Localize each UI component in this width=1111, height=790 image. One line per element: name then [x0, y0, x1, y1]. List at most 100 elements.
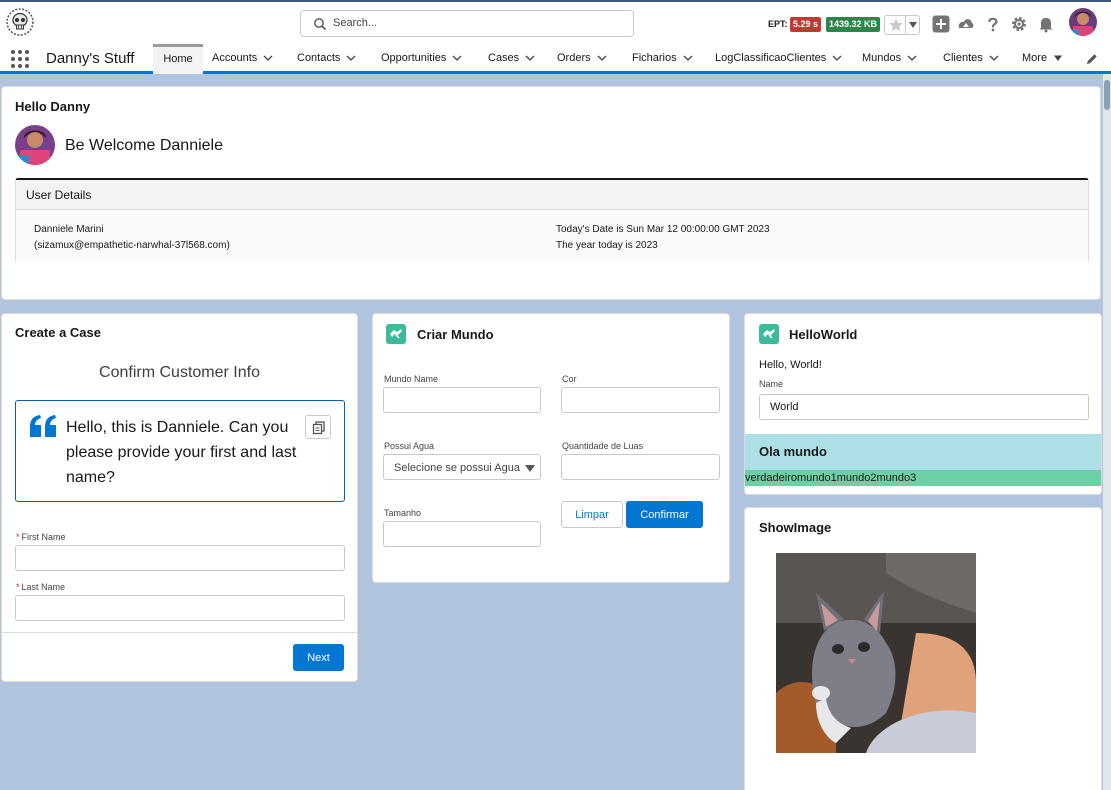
chevron-down-icon: [525, 465, 535, 472]
card-title: ShowImage: [759, 520, 832, 535]
tab-label: Ficharios: [632, 52, 677, 64]
user-details-body: Danniele Marini (sizamux@empathetic-narw…: [16, 210, 1088, 263]
page-scrollbar[interactable]: [1103, 74, 1111, 790]
first-name-label: * First Name: [16, 532, 66, 542]
tab-opportunities[interactable]: Opportunities: [381, 44, 462, 74]
kitten-photo: [776, 553, 976, 753]
tab-label: LogClassificaoClientes: [715, 52, 827, 64]
org-logo-skull-icon[interactable]: [6, 8, 34, 36]
quantidade-luas-label: Quantidade de Luas: [562, 441, 644, 451]
copy-icon: [312, 421, 325, 435]
tab-label: More: [1022, 52, 1048, 64]
field-label-text: Last Name: [21, 582, 66, 592]
card-title: Create a Case: [15, 325, 101, 340]
show-image-card: ShowImage: [744, 507, 1102, 790]
copy-button[interactable]: [305, 415, 331, 439]
trailhead-icon[interactable]: [957, 15, 975, 33]
chevron-down-icon[interactable]: [909, 22, 917, 28]
tab-clientes[interactable]: Clientes: [943, 44, 999, 74]
gear-icon[interactable]: [1010, 15, 1028, 33]
chevron-down-icon[interactable]: [452, 54, 462, 62]
favorites-button-group: [884, 15, 920, 35]
name-input[interactable]: [759, 394, 1089, 420]
ept-label: EPT:: [768, 19, 788, 29]
ept-size-badge: 1439.32 KB: [826, 17, 881, 32]
tamanho-label: Tamanho: [384, 508, 422, 518]
card-title: Criar Mundo: [417, 327, 494, 342]
tab-contacts[interactable]: Contacts: [297, 44, 356, 74]
first-name-input[interactable]: [15, 545, 345, 571]
global-header: Search... EPT: 5.29 s 1439.32 KB: [0, 0, 1111, 44]
global-search-box[interactable]: Search...: [300, 10, 634, 37]
tab-accounts[interactable]: Accounts: [212, 44, 273, 74]
tab-label: Home: [163, 53, 193, 65]
next-button[interactable]: Next: [293, 644, 344, 671]
tamanho-input[interactable]: [383, 521, 541, 547]
favorites-divider: [905, 16, 906, 34]
criar-mundo-card: Criar Mundo Mundo Name Cor Possui Agua S…: [372, 313, 730, 583]
chevron-down-icon[interactable]: [525, 54, 535, 62]
current-year: The year today is 2023: [556, 240, 658, 251]
chevron-down-icon[interactable]: [263, 54, 273, 62]
cor-input[interactable]: [561, 387, 720, 413]
limpar-button[interactable]: Limpar: [561, 501, 623, 528]
help-icon[interactable]: [984, 15, 1002, 33]
chevron-down-icon[interactable]: [683, 54, 693, 62]
card-title: Hello Danny: [15, 99, 91, 114]
handshake-icon: [386, 324, 406, 344]
add-icon[interactable]: [932, 15, 950, 33]
pencil-icon[interactable]: [1086, 53, 1098, 65]
tab-orders[interactable]: Orders: [557, 44, 607, 74]
tab-mundos[interactable]: Mundos: [862, 44, 917, 74]
card-title: HelloWorld: [789, 327, 858, 342]
mundo-list-text: verdadeiromundo1mundo2mundo3: [745, 472, 917, 484]
possui-agua-select[interactable]: Selecione se possui Agua: [383, 454, 541, 480]
app-launcher-icon[interactable]: [10, 49, 30, 69]
tab-logclassificaoclientes[interactable]: LogClassificaoClientes: [715, 44, 842, 74]
star-icon[interactable]: [888, 17, 904, 33]
quantidade-luas-input[interactable]: [561, 454, 720, 480]
tab-label: Cases: [488, 52, 520, 64]
tab-home[interactable]: Home: [153, 44, 203, 74]
hello-world-card: HelloWorld Hello, World! Name Ola mundo …: [744, 313, 1102, 495]
card-footer-divider: [2, 632, 357, 633]
tab-label: Accounts: [212, 52, 258, 64]
name-label: Name: [759, 379, 784, 389]
scrollbar-thumb[interactable]: [1104, 80, 1110, 110]
possui-agua-label: Possui Agua: [384, 441, 435, 451]
mundo-name-input[interactable]: [383, 387, 541, 413]
tab-label: Mundos: [862, 52, 902, 64]
search-icon: [314, 18, 327, 31]
last-name-input[interactable]: [15, 595, 345, 621]
confirmar-button[interactable]: Confirmar: [626, 501, 703, 528]
section-title: User Details: [26, 188, 92, 202]
chevron-down-icon[interactable]: [1053, 54, 1063, 62]
field-label-text: First Name: [21, 532, 66, 542]
tab-ficharios[interactable]: Ficharios: [632, 44, 693, 74]
tab-label: Contacts: [297, 52, 341, 64]
chevron-down-icon[interactable]: [989, 54, 999, 62]
user-avatar[interactable]: [1069, 8, 1097, 36]
chevron-down-icon[interactable]: [907, 54, 917, 62]
tab-label: Orders: [557, 52, 591, 64]
tab-more[interactable]: More: [1022, 44, 1063, 74]
required-marker: *: [16, 582, 20, 592]
avatar: [15, 125, 55, 165]
bell-icon[interactable]: [1037, 15, 1055, 33]
user-email: (sizamux@empathetic-narwhal-37l568.com): [34, 240, 230, 251]
welcome-card: Hello Danny Be Welcome Danniele User Det…: [1, 86, 1101, 300]
required-marker: *: [16, 532, 20, 542]
chevron-down-icon[interactable]: [832, 54, 842, 62]
user-name: Danniele Marini: [34, 224, 104, 235]
mundo-list-strip: verdadeiromundo1mundo2mundo3: [745, 470, 1101, 486]
chevron-down-icon[interactable]: [346, 54, 356, 62]
app-nav-bar: Danny's Stuff Home Accounts Contacts Opp…: [0, 44, 1111, 74]
ola-mundo-banner: Ola mundo: [745, 434, 1101, 470]
tab-cases[interactable]: Cases: [488, 44, 535, 74]
quote-icon: [30, 415, 56, 437]
chevron-down-icon[interactable]: [597, 54, 607, 62]
create-case-card: Create a Case Confirm Customer Info Hell…: [1, 313, 358, 682]
user-details-header: User Details: [16, 180, 1088, 210]
hello-greeting: Hello, World!: [759, 359, 822, 371]
tab-label: Opportunities: [381, 52, 447, 64]
